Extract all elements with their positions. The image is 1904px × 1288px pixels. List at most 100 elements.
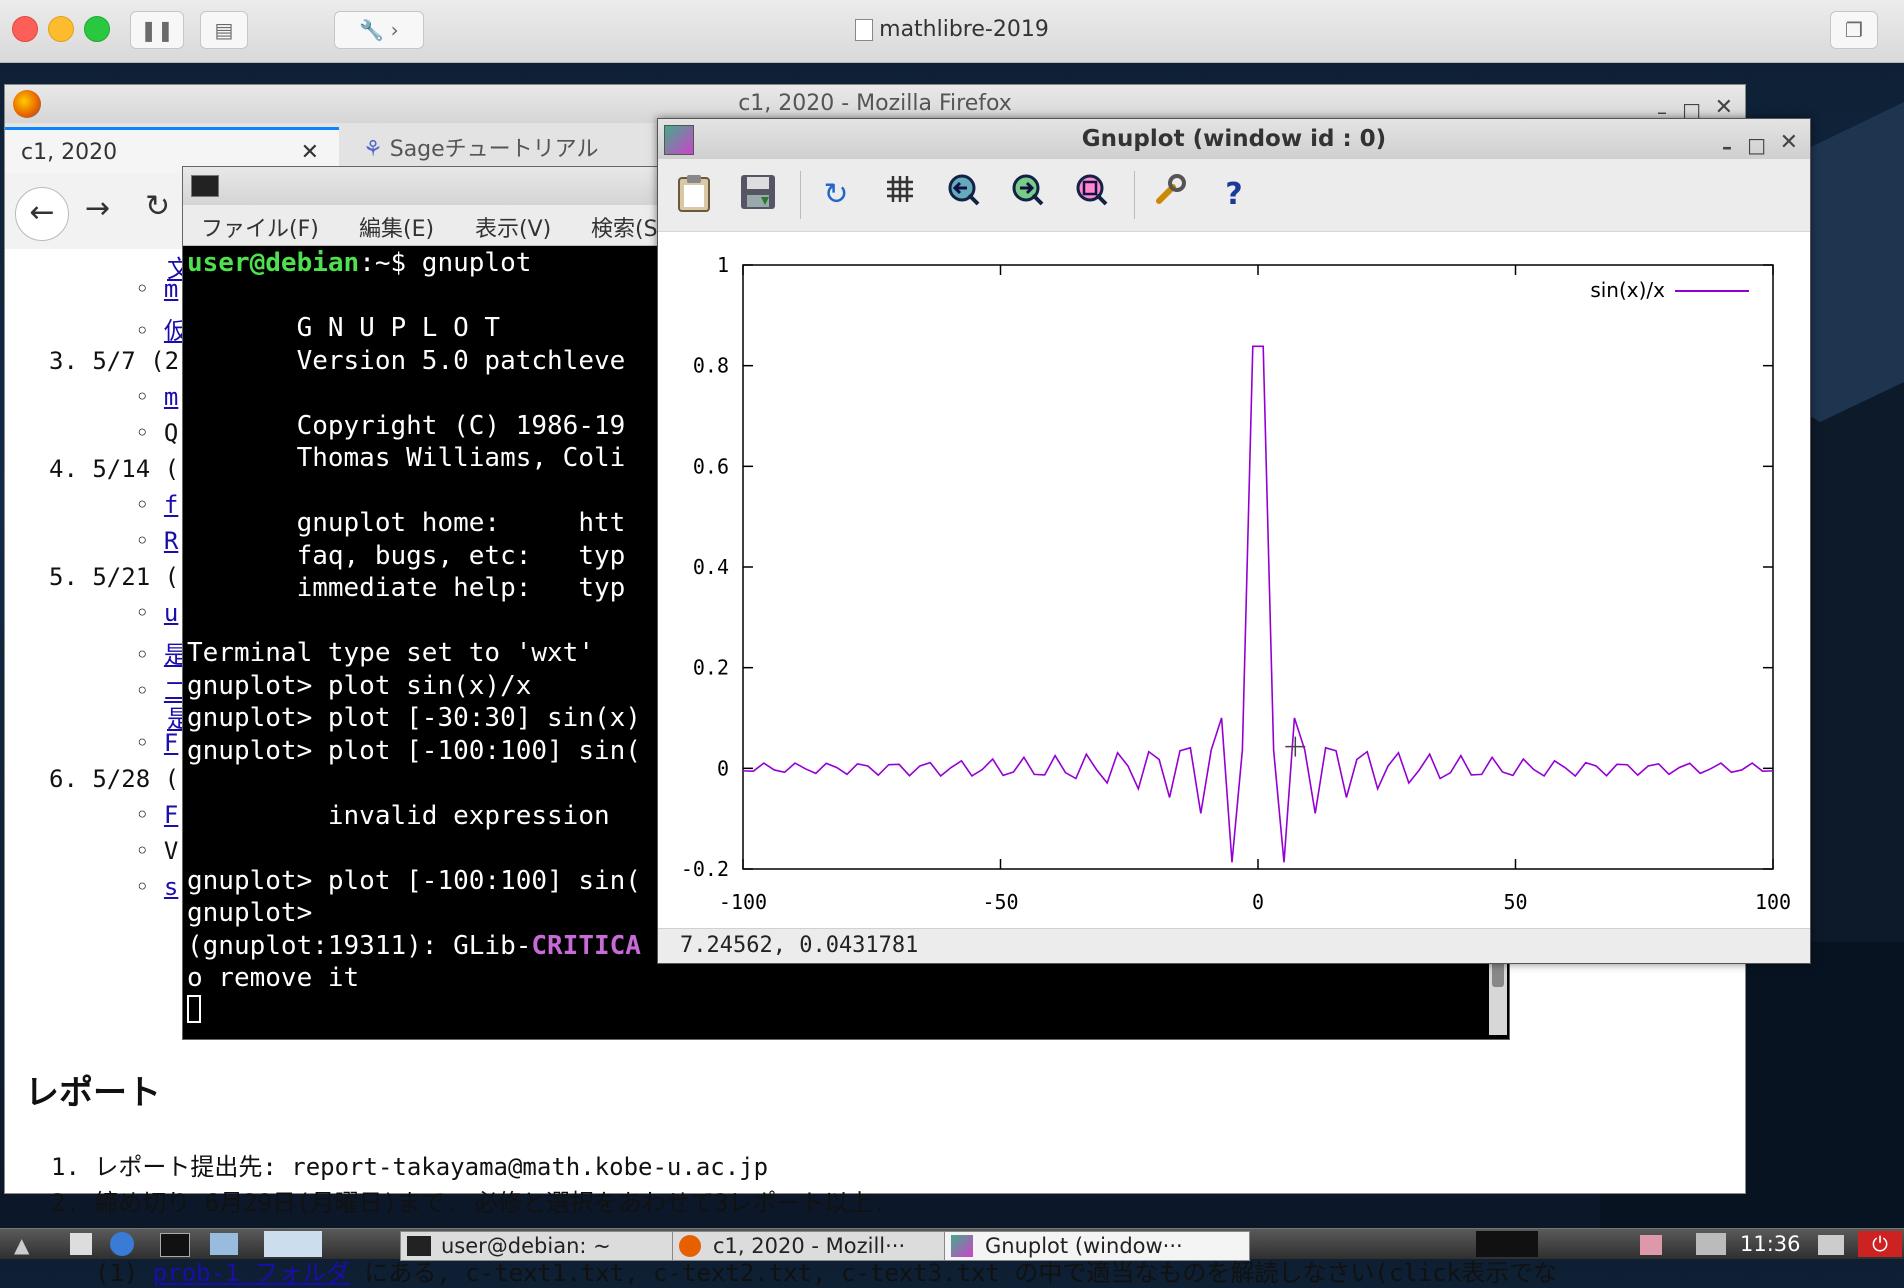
x-tick-label: 50 [1503,890,1527,914]
terminal-cursor [187,994,201,1023]
tab-label: Sageチュートリアル [389,137,599,162]
gnuplot-plot-area[interactable]: -100 -50 0 50 100 -0.2 0 0.2 0.4 0.6 0.8 1 sin(x)/x [658,233,1810,929]
report-item-prefix: (1) [95,1259,153,1287]
back-button[interactable]: ← [15,187,69,241]
fullscreen-icon[interactable]: ❐ [1830,11,1878,49]
y-tick-label: 0.6 [693,454,729,478]
bullet: ◦ [135,383,164,411]
link-item[interactable]: m [164,275,178,303]
bullet: ◦ [135,801,164,829]
series-line [742,345,1774,863]
replot-icon[interactable]: ↻ [814,173,858,217]
zoom-next-icon[interactable] [1006,173,1050,217]
windows-icon[interactable] [210,1233,238,1255]
y-tick-label: 0 [717,756,729,780]
clock: 11:36 [1740,1232,1801,1256]
prompt-command: :~$ gnuplot [359,248,532,278]
bullet: ◦ [135,599,164,627]
help-icon[interactable]: ? [1212,173,1256,217]
reload-icon: ↻ [145,189,171,224]
list-item: 6. 5/28 ( [49,765,180,793]
sage-favicon: ⚘ [363,137,383,162]
glib-prefix: (gnuplot:19311): GLib- [187,930,532,961]
taskbar: ▲ user@debian: ~ c1, 2020 - Mozill··· Gn… [0,1228,1904,1261]
bullet: ◦ [135,275,164,303]
autoscale-icon[interactable] [1070,173,1114,217]
host-title-text: mathlibre-2019 [879,17,1049,42]
terminal-line: o remove it [187,963,360,993]
power-icon[interactable]: ⏻ [1858,1231,1902,1257]
x-tick-label: -50 [982,890,1018,914]
link-item[interactable]: R [164,527,178,555]
close-icon[interactable]: ✕ [1780,123,1798,163]
prob-1-folder-link[interactable]: prob-1 フォルダ [153,1259,350,1287]
task-label: user@debian: ~ [441,1234,611,1258]
cursor-coordinates: 7.24562, 0.0431781 [680,933,919,958]
x-tick-label: -100 [719,890,767,914]
reload-button[interactable]: ↻ [145,189,170,224]
task-firefox[interactable]: c1, 2020 - Mozill··· [672,1231,978,1261]
list-item: 3. 5/7 (2 [49,347,180,375]
link-item[interactable]: f [164,491,178,519]
forward-button[interactable]: → [85,191,110,226]
clipboard-icon[interactable] [672,173,716,217]
terminal-task-icon [407,1236,431,1256]
firefox-title-text: c1, 2020 - Mozilla Firefox [738,91,1012,116]
tab-label: c1, 2020 [21,140,118,165]
gnuplot-window: Gnuplot (window id : 0) – □ ✕ ↻ ? -100 -5… [657,118,1811,964]
list-item: 4. 5/14 ( [49,455,180,483]
menu-view[interactable]: 表示(V) [475,211,551,243]
x-tick-label: 0 [1252,890,1264,914]
y-tick-label: 0.4 [693,555,729,579]
report-heading: レポート [25,1073,161,1113]
config-icon[interactable] [1148,173,1192,217]
menu-search[interactable]: 検索(S [591,211,658,243]
menu-edit[interactable]: 編集(E) [359,211,434,243]
desktop-icon[interactable] [264,1231,322,1257]
task-label: Gnuplot (window··· [985,1234,1183,1258]
report-item: 1. レポート提出先: report-takayama@math.kobe-u.… [51,1153,769,1181]
bullet: ◦ [135,873,164,901]
bullet: ◦ [135,527,164,555]
list-item-text: Q [163,419,179,447]
document-icon [855,19,874,41]
link-item[interactable]: m [164,383,178,411]
workspace-indicator[interactable] [1476,1231,1538,1257]
tray-network-icon[interactable] [1696,1233,1726,1255]
launcher-icon[interactable]: ▲ [14,1233,29,1257]
y-tick-label: 0.2 [693,656,729,680]
legend-label: sin(x)/x [1590,278,1665,302]
x-tick-label: 100 [1755,890,1791,914]
firefox-logo-icon [13,90,41,118]
arrow-left-icon: ← [29,195,55,230]
zoom-prev-icon[interactable] [942,173,986,217]
link-item[interactable]: F [164,801,178,829]
host-window-title: mathlibre-2019 [0,17,1904,42]
gnuplot-title-text: Gnuplot (window id : 0) [1081,126,1387,152]
y-tick-label: 1 [717,253,729,277]
file-manager-icon[interactable] [70,1233,92,1255]
bullet: ◦ [135,729,164,757]
grid-icon[interactable] [878,173,922,217]
host-window-titlebar: ❚❚ ▤ 🔧 › mathlibre-2019 ❐ [0,0,1904,63]
terminal-icon [191,175,219,197]
bullet: ◦ [135,491,164,519]
list-item: 5. 5/21 ( [49,563,180,591]
menu-file[interactable]: ファイル(F) [201,211,319,243]
save-icon[interactable] [736,173,780,217]
terminal-launcher-icon[interactable] [160,1233,190,1257]
link-item[interactable]: u [164,599,178,627]
task-gnuplot[interactable]: Gnuplot (window··· [944,1231,1250,1261]
link-item[interactable]: F [164,729,178,757]
browser-icon[interactable] [110,1232,134,1256]
plot-border [742,264,1774,870]
gnuplot-statusbar: 7.24562, 0.0431781 [658,928,1810,963]
firefox-task-icon [679,1235,701,1257]
task-terminal[interactable]: user@debian: ~ [400,1231,706,1261]
crosshair-cursor-icon [1285,736,1306,757]
gnuplot-app-icon [664,125,694,155]
tray-folder-icon[interactable] [1640,1235,1662,1255]
link-item[interactable]: s [164,873,178,901]
report-item: 2. 締め切り 6月29日(月曜日)まで. 必修と選択をあわせて3レポート以上. [51,1189,887,1217]
report-item-text: にある, c-text1.txt, c-text2.txt, c-text3.t… [349,1259,1558,1287]
